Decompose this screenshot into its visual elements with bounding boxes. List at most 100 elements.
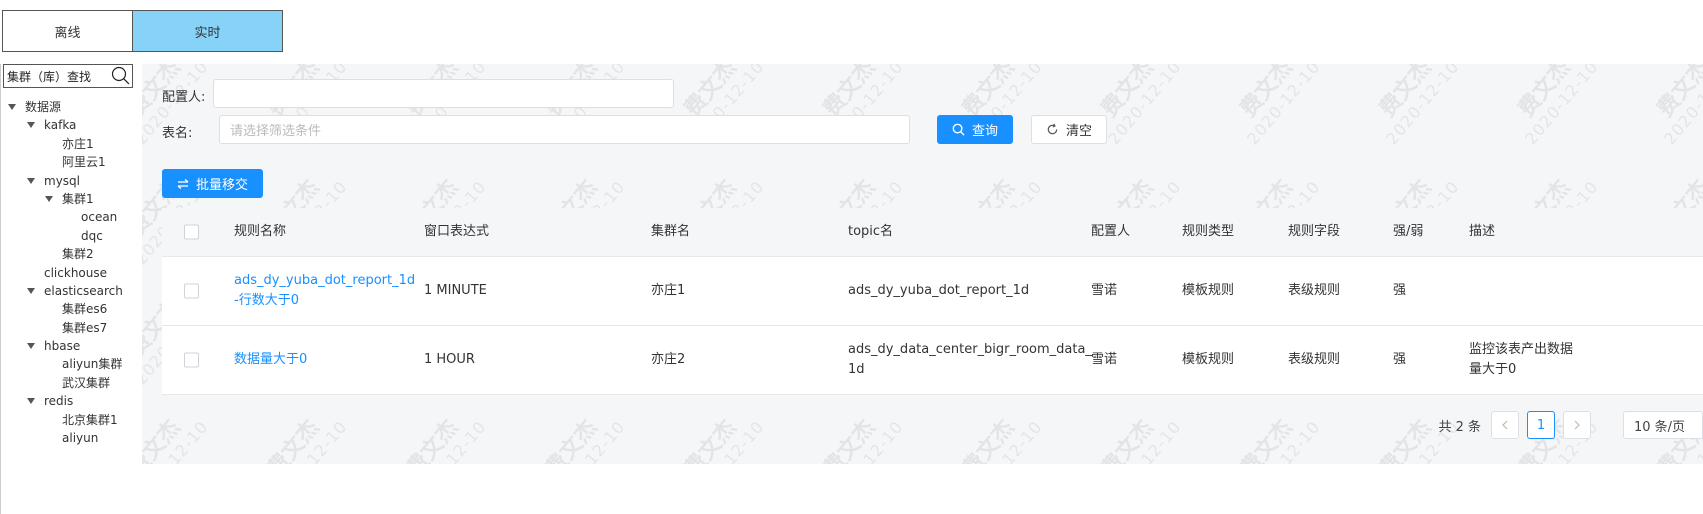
tree-node-hbase[interactable]: hbase (1, 337, 143, 355)
desc-line: 量大于0 (1469, 362, 1517, 377)
caret-down-icon[interactable] (45, 195, 53, 202)
tree-label: 集群2 (62, 247, 94, 262)
tree-node-redis-1[interactable]: 北京集群1 (1, 411, 143, 429)
tree-label: elasticsearch (44, 283, 123, 298)
table-row: ads_dy_yuba_dot_report_1d -行数大于0 1 MINUT… (162, 257, 1703, 326)
window-cell: 1 MINUTE (424, 283, 487, 298)
tree-label: 北京集群1 (62, 412, 118, 427)
tab-offline[interactable]: 离线 (2, 10, 133, 52)
table-name-placeholder: 请选择筛选条件 (230, 124, 322, 139)
table-name-input[interactable]: 请选择筛选条件 (219, 115, 910, 144)
pagination: 共 2 条 1 10 条/页 (1438, 411, 1703, 439)
topic-cell: ads_dy_yuba_dot_report_1d (848, 281, 1029, 301)
topic-line: ads_dy_data_center_bigr_room_data_ (848, 342, 1092, 357)
swap-icon (177, 178, 189, 190)
row-checkbox[interactable] (184, 283, 199, 299)
search-icon[interactable] (110, 65, 132, 87)
tree-node-hbase-2[interactable]: 武汉集群 (1, 374, 143, 392)
row-checkbox[interactable] (184, 352, 199, 368)
caret-down-icon[interactable] (27, 398, 35, 405)
tree-label: dqc (81, 228, 103, 243)
desc-line: 监控该表产出数据 (1469, 342, 1574, 357)
cluster-cell: 亦庄2 (651, 352, 686, 367)
clear-button-label: 清空 (1065, 124, 1092, 139)
main-content: 费文杰 2020-12-10 费文杰 2020-12-10 费文杰 2020-12-10 费… (142, 64, 1703, 464)
header-rule-field: 规则字段 (1288, 224, 1341, 239)
topic-line: 1d (848, 362, 865, 377)
tree-node-kafka-2[interactable]: 阿里云1 (1, 153, 143, 171)
tree-label: hbase (44, 339, 81, 354)
rule-field-cell: 表级规则 (1288, 283, 1341, 298)
header-rule-type: 规则类型 (1182, 224, 1235, 239)
tree-node-redis-2[interactable]: aliyun (1, 429, 143, 447)
topic-cell: ads_dy_data_center_bigr_room_data_ 1d (848, 340, 1092, 380)
tree-node-clickhouse[interactable]: clickhouse (1, 264, 143, 282)
sidebar: 集群（库）查找 数据源 kafka 亦庄1 阿里云1 mysql 集群1 oce… (0, 64, 142, 514)
tree-node-kafka[interactable]: kafka (1, 116, 143, 134)
rule-name-line: ads_dy_yuba_dot_report_1d (234, 273, 416, 288)
tree-node-mysql-cluster2[interactable]: 集群2 (1, 245, 143, 263)
tree-label: 集群es7 (62, 320, 108, 335)
select-all-checkbox[interactable] (184, 224, 199, 240)
header-owner: 配置人 (1091, 224, 1131, 239)
rule-type-cell: 模板规则 (1182, 352, 1235, 367)
tree-label: redis (44, 394, 74, 409)
tree-label: clickhouse (44, 265, 107, 280)
watermark-stamp: 费文杰2020-12-10 (818, 415, 907, 464)
window-cell: 1 HOUR (424, 352, 475, 367)
watermark-stamp: 费文杰2020-12-10 (1374, 64, 1463, 149)
tree-node-kafka-1[interactable]: 亦庄1 (1, 135, 143, 153)
tree-node-es-1[interactable]: 集群es6 (1, 300, 143, 318)
tree-node-ocean[interactable]: ocean (1, 208, 143, 226)
caret-down-icon[interactable] (27, 177, 35, 184)
tree-label: 数据源 (25, 100, 62, 114)
owner-input[interactable] (213, 79, 674, 108)
tree-label: 集群es6 (62, 302, 108, 317)
cluster-search-text: 集群（库）查找 (7, 69, 92, 84)
page-size-select[interactable]: 10 条/页 (1623, 411, 1703, 439)
tree-label: 集群1 (62, 191, 94, 206)
caret-down-icon[interactable] (27, 343, 35, 350)
desc-cell: 监控该表产出数据 量大于0 (1469, 340, 1573, 380)
tree-node-elasticsearch[interactable]: elasticsearch (1, 282, 143, 300)
tree-node-mysql[interactable]: mysql (1, 172, 143, 190)
watermark-stamp: 费文杰2020-12-10 (1513, 64, 1602, 149)
prev-page-button[interactable] (1491, 411, 1519, 439)
caret-down-icon[interactable] (27, 287, 35, 294)
caret-down-icon[interactable] (27, 122, 35, 129)
tree-node-dqc[interactable]: dqc (1, 227, 143, 245)
tree-node-mysql-cluster1[interactable]: 集群1 (1, 190, 143, 208)
caret-down-icon[interactable] (8, 104, 16, 110)
watermark-stamp: 费文杰2020-12-10 (957, 415, 1046, 464)
batch-move-button[interactable]: 批量移交 (162, 169, 263, 198)
watermark-stamp: 费文杰2020-12-10 (401, 415, 490, 464)
strength-cell: 强 (1393, 283, 1407, 298)
watermark-stamp: 费文杰2020-12-10 (679, 415, 768, 464)
tree-node-redis[interactable]: redis (1, 392, 143, 410)
rule-name-line: -行数大于0 (234, 293, 299, 308)
cluster-search-input[interactable]: 集群（库）查找 (3, 64, 133, 88)
refresh-icon (1046, 123, 1059, 136)
table-header: 规则名称 窗口表达式 集群名 topic名 配置人 规则类型 规则字段 强/弱 … (162, 208, 1703, 257)
page-number-button[interactable]: 1 (1527, 411, 1555, 439)
rule-name-link[interactable]: ads_dy_yuba_dot_report_1d -行数大于0 (234, 271, 415, 311)
query-button[interactable]: 查询 (937, 115, 1013, 144)
tree-node-es-2[interactable]: 集群es7 (1, 319, 143, 337)
chevron-right-icon (1574, 420, 1580, 430)
tree-node-hbase-1[interactable]: aliyun集群 (1, 355, 143, 373)
tree-label: 亦庄1 (62, 136, 94, 151)
clear-button[interactable]: 清空 (1031, 115, 1107, 144)
watermark-stamp: 费文杰2020-12-10 (1096, 415, 1185, 464)
tree-label: kafka (44, 118, 77, 133)
tree-node-root[interactable]: 数据源 (1, 98, 143, 116)
watermark-stamp: 费文杰2020-12-10 (142, 415, 212, 464)
rule-name-link[interactable]: 数据量大于0 (234, 350, 307, 370)
header-topic: topic名 (848, 224, 894, 239)
watermark-stamp: 费文杰2020-12-10 (1652, 64, 1703, 149)
owner-label: 配置人: (162, 90, 206, 105)
tab-realtime[interactable]: 实时 (133, 10, 283, 52)
tree-label: mysql (44, 173, 80, 188)
watermark-stamp: 费文杰2020-12-10 (1235, 415, 1324, 464)
next-page-button[interactable] (1563, 411, 1591, 439)
topic-line: ads_dy_yuba_dot_report_1d (848, 283, 1030, 298)
